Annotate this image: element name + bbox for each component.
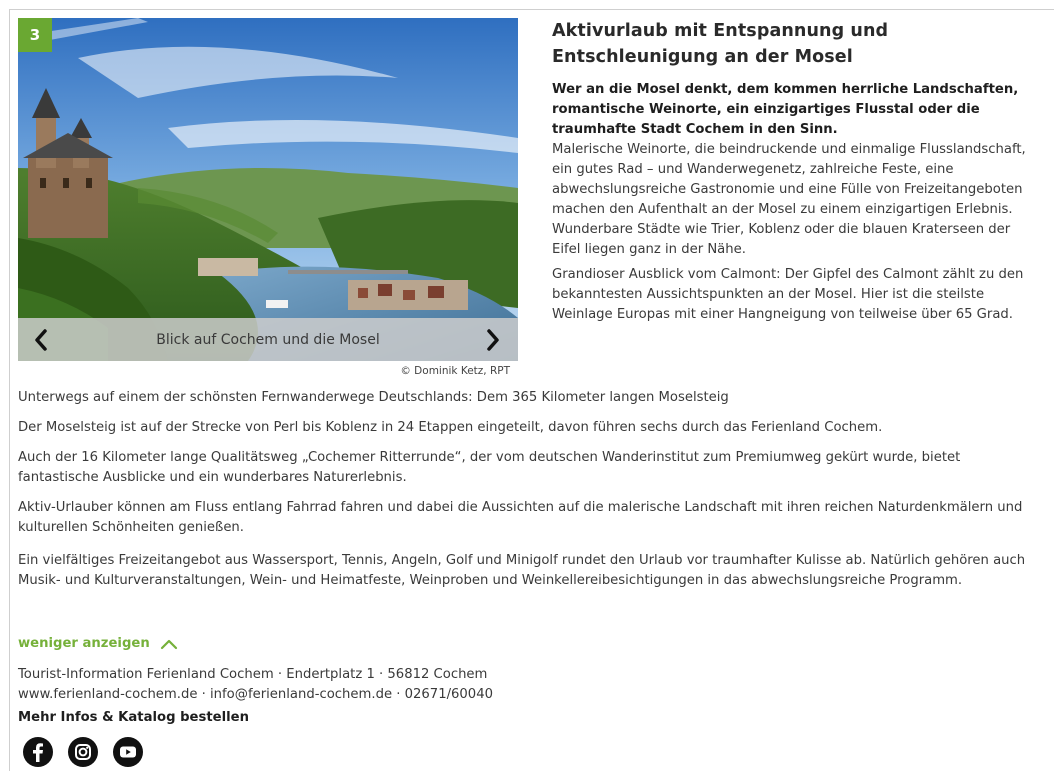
slider-next-button[interactable]: [478, 324, 508, 356]
slider-caption: Blick auf Cochem und die Mosel: [156, 331, 380, 348]
article-paragraph: Der Moselsteig ist auf der Strecke von P…: [18, 420, 883, 435]
contact-block: Tourist-Information Ferienland Cochem · …: [18, 665, 493, 705]
chevron-left-icon: [35, 329, 47, 351]
show-less-link[interactable]: weniger anzeigen: [18, 636, 178, 651]
image-slider[interactable]: [18, 18, 518, 361]
article-intro: Aktivurlaub mit Entspannung und Entschle…: [552, 18, 1040, 325]
article-paragraph: Malerische Weinorte, die beindruckende u…: [552, 142, 1026, 257]
slide-number-badge: 3: [18, 18, 52, 52]
facebook-icon: [33, 743, 43, 762]
photo-copyright: © Dominik Ketz, RPT: [400, 365, 510, 377]
article-paragraph: Aktiv-Urlauber können am Fluss entlang F…: [18, 500, 1023, 535]
slider-prev-button[interactable]: [26, 324, 56, 356]
youtube-button[interactable]: [113, 737, 143, 767]
contact-links[interactable]: www.ferienland-cochem.de · info@ferienla…: [18, 685, 493, 705]
social-links: [23, 737, 143, 767]
article-lead: Wer an die Mosel denkt, dem kommen herrl…: [552, 82, 1019, 137]
show-less-label: weniger anzeigen: [18, 636, 150, 651]
article-title: Aktivurlaub mit Entspannung und Entschle…: [552, 21, 889, 67]
instagram-icon: [75, 744, 91, 760]
article-paragraph: Ein vielfältiges Freizeitangebot aus Was…: [18, 553, 1026, 588]
slider-caption-bar: Blick auf Cochem und die Mosel: [18, 318, 518, 361]
chevron-right-icon: [487, 329, 499, 351]
article-paragraph: Auch der 16 Kilometer lange Qualitätsweg…: [18, 450, 961, 485]
facebook-button[interactable]: [23, 737, 53, 767]
catalog-link[interactable]: Mehr Infos & Katalog bestellen: [18, 710, 249, 725]
contact-address: Tourist-Information Ferienland Cochem · …: [18, 667, 488, 682]
article-paragraph: Grandioser Ausblick vom Calmont: Der Gip…: [552, 267, 1024, 322]
youtube-icon: [120, 746, 136, 758]
instagram-button[interactable]: [68, 737, 98, 767]
cochem-landscape-photo: [18, 18, 518, 361]
article-paragraph: Unterwegs auf einem der schönsten Fernwa…: [18, 390, 729, 405]
chevron-up-icon: [160, 639, 177, 649]
